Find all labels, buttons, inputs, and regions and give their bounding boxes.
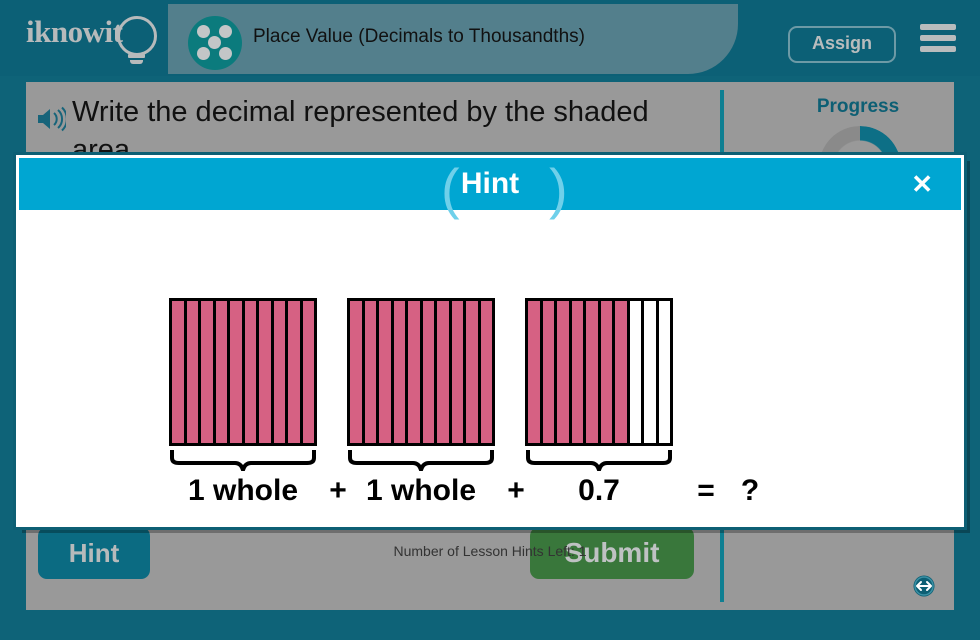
equation-term-1: 1 whole [187, 474, 299, 507]
grid-column [542, 301, 557, 443]
five-dot-badge-icon [188, 16, 242, 70]
grid-column [571, 301, 586, 443]
grid-column [288, 301, 303, 443]
top-header-bar: iknowit Place Value (Decimals to Thousan… [0, 0, 980, 76]
hint-modal-header: ( Hint ) ✕ [19, 157, 961, 220]
grid-column [586, 301, 601, 443]
hint-modal-body: 1 whole + 1 whole + 0.7 = ? Number of Le… [19, 210, 961, 559]
grid-column [273, 301, 288, 443]
grid-column [259, 301, 274, 443]
grid-column [186, 301, 201, 443]
badge-dot [197, 25, 210, 38]
grid-2 [347, 298, 495, 446]
brace-2 [347, 449, 495, 478]
progress-label: Progress [816, 96, 900, 117]
grid-1 [169, 298, 317, 446]
hamburger-bar [920, 46, 956, 52]
grid-column [408, 301, 423, 443]
grid-column [480, 301, 492, 443]
hamburger-bar [920, 35, 956, 41]
equation-equals: = [697, 474, 715, 507]
grid-column [615, 301, 630, 443]
grid-column [302, 301, 314, 443]
equation-term-2: 1 whole [365, 474, 477, 507]
hint-modal-title: Hint [460, 167, 520, 200]
equation-answer: ? [740, 474, 760, 507]
brace-3 [525, 449, 673, 478]
grid-column [658, 301, 670, 443]
close-x-icon[interactable]: ✕ [905, 170, 939, 198]
grid-3 [525, 298, 673, 446]
grid-column [557, 301, 572, 443]
iknowit-logo[interactable]: iknowit [22, 8, 162, 68]
grid-column [644, 301, 659, 443]
hamburger-menu-icon[interactable] [920, 24, 956, 52]
brace-1 [169, 449, 317, 478]
badge-dot [219, 25, 232, 38]
grid-column [466, 301, 481, 443]
badge-dot [219, 47, 232, 60]
grid-column [379, 301, 394, 443]
hint-modal: ( Hint ) ✕ 1 whole + 1 whole + 0.7 = ? N… [13, 152, 967, 559]
logo-wordmark: iknowit [26, 14, 123, 49]
assign-button[interactable]: Assign [787, 26, 896, 63]
equation-term-3: 0.7 [578, 474, 620, 507]
grid-column [629, 301, 644, 443]
grid-column [244, 301, 259, 443]
grid-column [422, 301, 437, 443]
grid-column [528, 301, 543, 443]
hint-equation: 1 whole + 1 whole + 0.7 = ? [19, 474, 961, 514]
grid-column [364, 301, 379, 443]
hint-grid-row [19, 298, 961, 478]
app-root: iknowit Place Value (Decimals to Thousan… [0, 0, 980, 640]
grid-column [393, 301, 408, 443]
lightbulb-icon [117, 16, 157, 56]
lightbulb-base-icon [128, 54, 145, 58]
hamburger-bar [920, 24, 956, 30]
grid-column [172, 301, 187, 443]
grid-column [600, 301, 615, 443]
badge-dot [208, 36, 221, 49]
badge-dot [197, 47, 210, 60]
grid-column [230, 301, 245, 443]
speaker-audio-icon[interactable] [36, 106, 68, 132]
resize-horizontal-icon[interactable] [912, 574, 936, 598]
grid-column [350, 301, 365, 443]
grid-column [201, 301, 216, 443]
grid-column [451, 301, 466, 443]
grid-column [437, 301, 452, 443]
hints-left-text: Number of Lesson Hints Left: 1 [393, 543, 587, 559]
lightbulb-base2-icon [130, 60, 143, 64]
grid-column [215, 301, 230, 443]
lesson-title: Place Value (Decimals to Thousandths) [253, 26, 585, 47]
